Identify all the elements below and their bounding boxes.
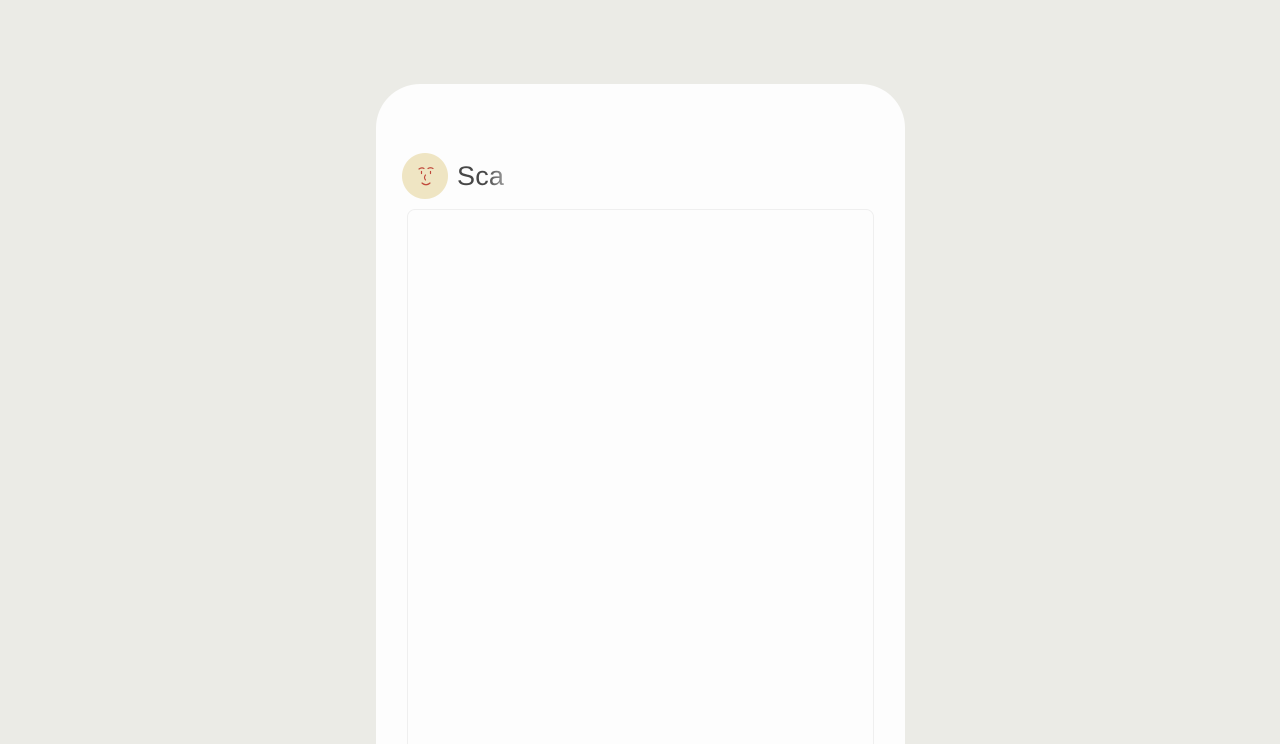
face-icon: [418, 167, 434, 186]
content-panel: [407, 209, 874, 744]
avatar[interactable]: [402, 153, 448, 199]
header: Sca: [402, 152, 504, 200]
title-wrap: Sca: [457, 160, 504, 192]
phone-frame: Sca: [376, 84, 905, 744]
app-title: Sca: [457, 160, 505, 191]
